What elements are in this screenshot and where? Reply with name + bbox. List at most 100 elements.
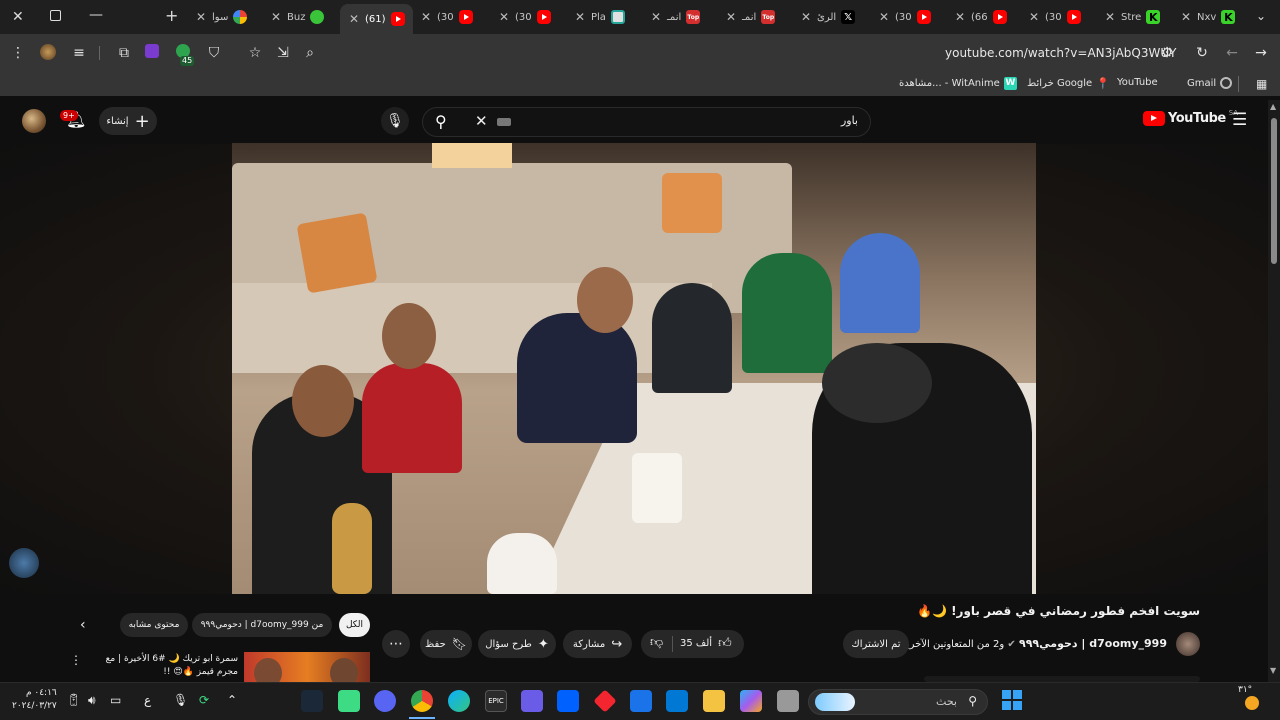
- bookmark-witanime[interactable]: مشاهدة... - WitAnime W: [899, 77, 1017, 90]
- tab-12[interactable]: ✕ (30: [1028, 6, 1081, 28]
- reload-icon[interactable]: ↻: [1193, 44, 1211, 62]
- tab-14[interactable]: ✕ Nxv K: [1180, 6, 1236, 28]
- tray-expand-icon[interactable]: ⌃: [227, 693, 237, 707]
- new-tab-icon[interactable]: +: [165, 6, 178, 25]
- site-settings-icon[interactable]: ⚙: [1158, 44, 1176, 62]
- bookmark-maps[interactable]: خرائط Google 📍: [1027, 77, 1110, 90]
- tab-4[interactable]: ✕ (30: [420, 6, 473, 28]
- scroll-down-icon[interactable]: ▼: [1270, 666, 1276, 675]
- channel-info[interactable]: d7oomy_999 | دحومي٩٩٩ ✔ و2 من المتعاونين…: [899, 637, 1167, 650]
- close-tab-icon[interactable]: ✕: [650, 10, 662, 24]
- subscribed-button[interactable]: تم الاشتراك: [843, 630, 909, 658]
- close-tab-icon[interactable]: ✕: [954, 10, 966, 24]
- discord-icon[interactable]: [374, 690, 396, 712]
- thumbs-down-icon[interactable]: 👎︎: [650, 635, 663, 650]
- weather-temp[interactable]: ٣١°: [1238, 685, 1252, 695]
- recommended-video-title[interactable]: سمرة ابو تريك 🌙 #6 الأخيرة | مع مجرم قيم…: [86, 653, 238, 679]
- account-avatar[interactable]: [22, 109, 46, 133]
- store-icon[interactable]: [666, 690, 688, 712]
- app-icon[interactable]: [521, 690, 543, 712]
- copilot-icon[interactable]: [740, 690, 762, 712]
- chip-all[interactable]: الكل: [339, 613, 370, 637]
- mail-icon[interactable]: [630, 690, 652, 712]
- scrollbar-thumb[interactable]: [1271, 118, 1277, 264]
- tab-3-active[interactable]: ✕ (61): [340, 4, 413, 34]
- dropbox-icon[interactable]: [557, 690, 579, 712]
- close-tab-icon[interactable]: ✕: [1180, 10, 1192, 24]
- weather-icon[interactable]: [1245, 696, 1259, 710]
- install-app-icon[interactable]: ⇲: [274, 44, 292, 62]
- zoom-icon[interactable]: ⌕: [301, 44, 319, 62]
- share-button[interactable]: مشاركة ↪: [563, 630, 632, 658]
- epic-games-icon[interactable]: EPIC: [485, 690, 507, 712]
- tab-7[interactable]: ✕ انمـ Top: [650, 6, 701, 28]
- microphone-icon[interactable]: 🎙︎: [173, 693, 188, 707]
- close-tab-icon[interactable]: ✕: [348, 12, 360, 26]
- close-tab-icon[interactable]: ✕: [574, 10, 586, 24]
- file-explorer-icon[interactable]: [703, 690, 725, 712]
- sync-icon[interactable]: ⟳: [199, 693, 209, 707]
- close-tab-icon[interactable]: ✕: [270, 10, 282, 24]
- youtube-logo[interactable]: YouTube SA: [1143, 109, 1238, 126]
- tab-10[interactable]: ✕ (30: [878, 6, 931, 28]
- clock[interactable]: ٠٤:١٦ م ٢٠٢٤/٠٣/٢٧: [12, 687, 57, 713]
- tab-5[interactable]: ✕ (30: [498, 6, 551, 28]
- search-input[interactable]: باور: [841, 114, 858, 127]
- clear-search-icon[interactable]: ✕: [475, 112, 488, 130]
- tab-13[interactable]: ✕ Stre K: [1104, 6, 1161, 28]
- create-button[interactable]: إنشاء +: [99, 107, 157, 135]
- display-icon[interactable]: ▭: [110, 693, 121, 707]
- minimize-window-icon[interactable]: —: [89, 7, 103, 23]
- task-view-icon[interactable]: [777, 690, 799, 712]
- windows-start-icon[interactable]: [1002, 690, 1022, 710]
- channel-name[interactable]: d7oomy_999 | دحومي٩٩٩: [1019, 637, 1167, 650]
- save-button[interactable]: حفظ 🔖︎: [420, 630, 472, 658]
- restore-window-icon[interactable]: [50, 10, 61, 21]
- profile-avatar[interactable]: [40, 44, 58, 62]
- bookmark-star-icon[interactable]: ☆: [246, 44, 264, 62]
- volume-icon[interactable]: 🔊︎: [88, 693, 96, 708]
- tab-11[interactable]: ✕ (66: [954, 6, 1007, 28]
- tab-8[interactable]: ✕ انمـ Top: [725, 6, 776, 28]
- battery-icon[interactable]: 🔋︎: [66, 693, 81, 707]
- bookmark-youtube[interactable]: YouTube: [1117, 77, 1158, 88]
- close-tab-icon[interactable]: ✕: [1104, 10, 1116, 24]
- channel-avatar[interactable]: [1176, 632, 1200, 656]
- tab-6[interactable]: ✕ Pla: [574, 6, 625, 28]
- close-tab-icon[interactable]: ✕: [1028, 10, 1040, 24]
- close-tab-icon[interactable]: ✕: [725, 10, 737, 24]
- video-player[interactable]: [232, 143, 1036, 594]
- taskbar-search[interactable]: بحث ⚲: [808, 689, 988, 715]
- extension-green-icon[interactable]: 45: [176, 44, 195, 66]
- close-tab-icon[interactable]: ✕: [498, 10, 510, 24]
- extension-purple-icon[interactable]: [145, 44, 163, 62]
- steam-icon[interactable]: [301, 690, 323, 712]
- like-button[interactable]: 35 ألف 👍︎: [680, 636, 732, 651]
- ask-button[interactable]: طرح سؤال ✦: [478, 630, 556, 658]
- keyboard-icon[interactable]: [497, 118, 511, 126]
- input-language[interactable]: ع: [144, 693, 151, 707]
- chrome-icon[interactable]: [411, 690, 433, 712]
- anydesk-icon[interactable]: [593, 689, 617, 713]
- close-tab-icon[interactable]: ✕: [420, 10, 432, 24]
- guide-menu-icon[interactable]: ☰: [1232, 110, 1247, 130]
- page-scrollbar[interactable]: ▲ ▼: [1268, 100, 1280, 682]
- close-tab-icon[interactable]: ✕: [800, 10, 812, 24]
- address-bar[interactable]: youtube.com/watch?v=AN3jAbQ3WUY: [945, 46, 1177, 60]
- edge-icon[interactable]: [448, 690, 470, 712]
- tab-list-chevron-icon[interactable]: ⌄: [1256, 9, 1266, 23]
- all-bookmarks-icon[interactable]: ▦: [1256, 77, 1267, 91]
- recommended-video-thumbnail[interactable]: [244, 652, 370, 682]
- collaborators-label[interactable]: و2 من المتعاونين الآخرين: [899, 639, 1004, 650]
- back-icon[interactable]: ←: [1223, 44, 1241, 62]
- chip-from-channel[interactable]: من d7oomy_999 | دحومي٩٩٩: [192, 613, 332, 637]
- close-tab-icon[interactable]: ✕: [195, 10, 207, 24]
- tab-2[interactable]: ✕ Buz: [270, 6, 325, 28]
- game-app-icon[interactable]: [338, 690, 360, 712]
- forward-icon[interactable]: →: [1252, 44, 1270, 62]
- close-tab-icon[interactable]: ✕: [878, 10, 890, 24]
- more-actions-button[interactable]: ⋯: [382, 630, 410, 658]
- reading-list-icon[interactable]: ≡: [70, 44, 88, 62]
- voice-search-icon[interactable]: 🎙︎: [381, 107, 409, 135]
- extensions-icon[interactable]: ⧉: [115, 44, 133, 62]
